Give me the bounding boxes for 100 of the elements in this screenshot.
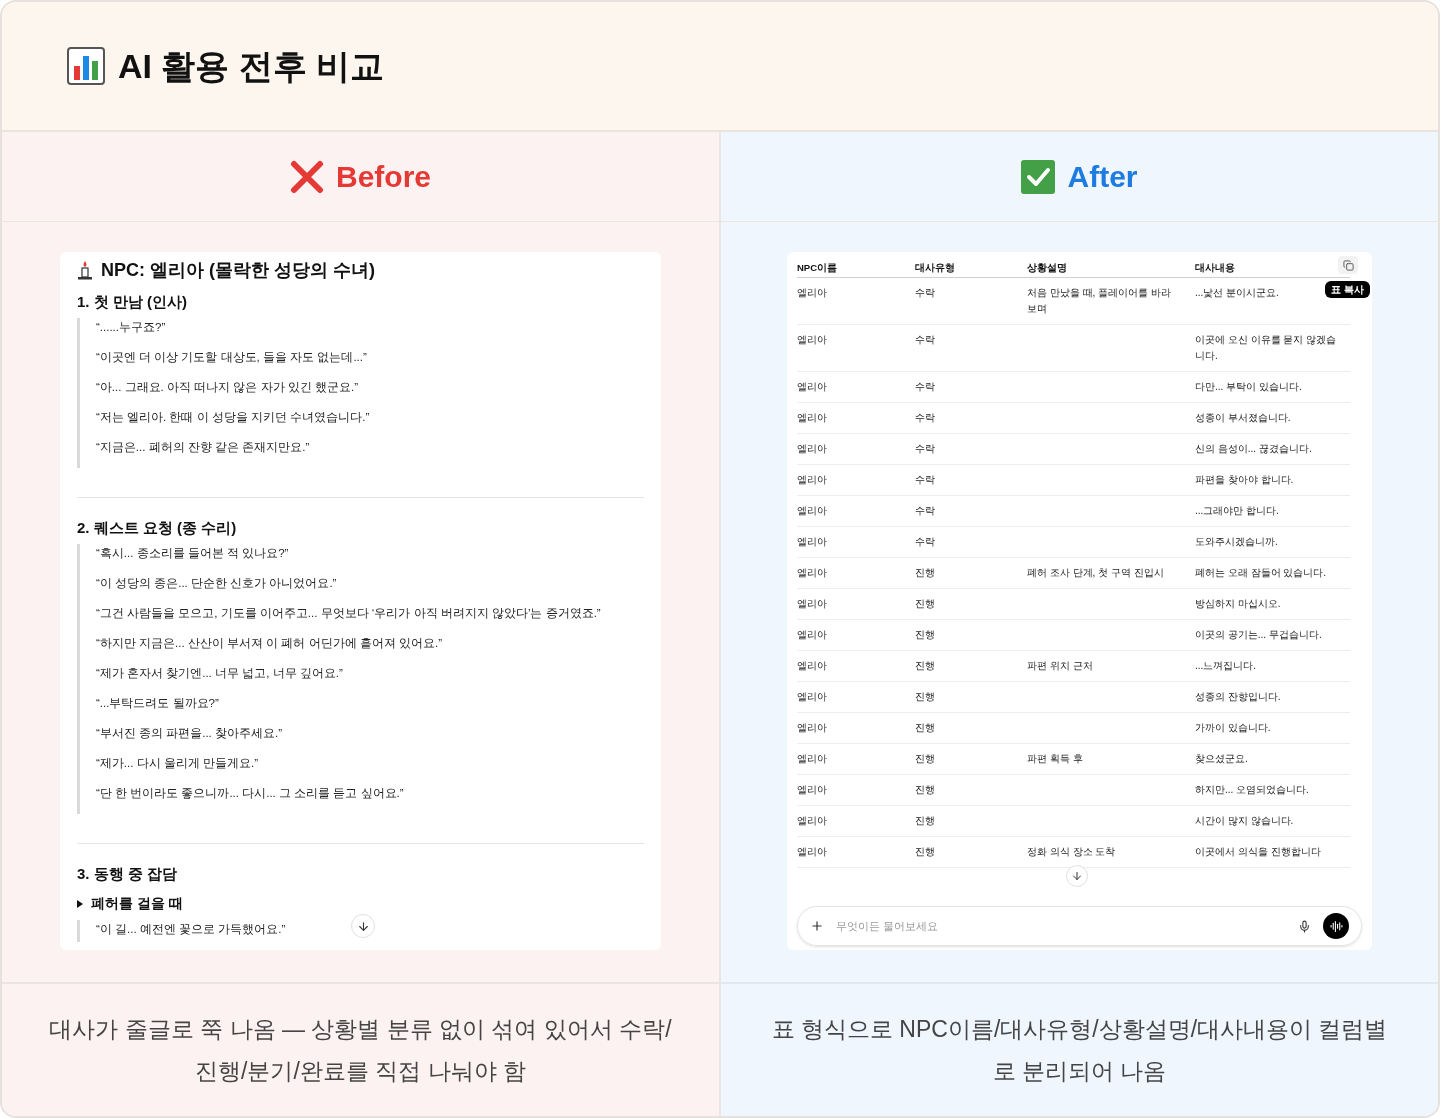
table-cell: 진행 [915,784,935,795]
column-header: 대사유형 [915,261,955,273]
table-cell: ...그래야만 합니다. [1195,505,1279,516]
quote-line: “지금은... 폐허의 잔향 같은 존재지만요.” [96,440,311,455]
section-heading: 2. 퀘스트 요청 (종 수리) [77,518,238,538]
panel-heading: After [1067,159,1138,195]
quote-line: “제가 혼자서 찾기엔... 너무 넓고, 너무 깊어요.” [96,666,344,681]
table-cell: 진행 [915,567,935,578]
table-cell: 엘리아 [797,753,827,764]
quote-line: “이 성당의 종은... 단순한 신호가 아니었어요.” [96,576,338,591]
table-cell: 엘리아 [797,287,827,298]
quote-line: “...부탁드려도 될까요?” [96,696,220,711]
table-cell: 파편 위치 근처 [1027,660,1093,671]
column-header: 상황설명 [1027,261,1067,273]
table-cell: 파편 획득 후 [1027,753,1083,764]
table-cell: 정화 의식 장소 도착 [1027,846,1116,857]
copy-icon [1342,259,1354,271]
table-cell: 진행 [915,598,935,609]
table-cell: 수락 [915,381,935,392]
copy-button[interactable] [1338,256,1358,274]
page-title: AI 활용 전후 비교 [118,45,385,87]
quote-line: “이곳엔 더 이상 기도할 대상도, 들을 자도 없는데...” [96,350,368,365]
table-cell: 수락 [915,505,935,516]
table-cell: 엘리아 [797,846,827,857]
quote-line: “부서진 종의 파편을... 찾아주세요.” [96,726,284,741]
quote-line: “......누구죠?” [96,320,167,335]
quote-line: “아... 그래요. 아직 떠나지 않은 자가 있긴 했군요.” [96,380,359,395]
table-cell: 파편을 찾아야 합니다. [1195,474,1294,485]
table-cell: 도와주시겠습니까. [1195,536,1278,547]
table-cell: 엘리아 [797,598,827,609]
quote-line: “하지만 지금은... 산산이 부서져 이 폐허 어딘가에 흩어져 있어요.” [96,636,443,651]
scroll-down-button[interactable] [351,914,375,938]
column-header: NPC이름 [797,261,838,273]
table-cell: 엘리아 [797,567,827,578]
candle-icon [77,260,93,280]
table-cell: 엘리아 [797,691,827,702]
quote-line: “혹시... 종소리를 들어본 적 있나요?” [96,546,290,561]
table-cell: 가까이 있습니다. [1195,722,1271,733]
table-cell: 이곳에 오신 이유를 묻지 않겠습니다. [1195,334,1337,361]
input-placeholder: 무엇이든 물어보세요 [836,918,940,934]
table-cell: 엘리아 [797,784,827,795]
waveform-icon [1329,919,1343,933]
table-cell: 하지만... 오염되었습니다. [1195,784,1309,795]
table-cell: 진행 [915,660,935,671]
arrow-down-icon [356,919,370,933]
table-cell: 방심하지 마십시오. [1195,598,1281,609]
table-cell: 진행 [915,722,935,733]
quote-line: “단 한 번이라도 좋으니까... 다시... 그 소리를 듣고 싶어요.” [96,786,405,801]
table-cell: 진행 [915,753,935,764]
table-cell: 수락 [915,412,935,423]
table-cell: 엘리아 [797,474,827,485]
table-cell: 신의 음성이... 끊겼습니다. [1195,443,1312,454]
table-cell: 진행 [915,691,935,702]
table-cell: 성종이 부서졌습니다. [1195,412,1291,423]
table-cell: 이곳에서 의식을 진행합니다 [1195,846,1321,857]
quote-line: “저는 엘리아. 한때 이 성당을 지키던 수녀였습니다.” [96,410,371,425]
voice-button[interactable] [1323,913,1349,939]
table-cell: 엘리아 [797,412,827,423]
table-cell: 처음 만났을 때, 플레이어를 바라보며 [1027,287,1171,314]
table-cell: 수락 [915,536,935,547]
table-cell: 엘리아 [797,629,827,640]
table-cell: ...낯선 분이시군요. [1195,287,1279,298]
panel-heading: Before [336,159,431,195]
caption: 대사가 줄글로 쭉 나옴 — 상황별 분류 없이 섞여 있어서 수락/진행/분기/완료를 직접 나눠야 함 [48,1015,673,1086]
table-cell: 수락 [915,474,935,485]
table-cell: 폐허 조사 단계, 첫 구역 진입시 [1027,567,1164,578]
table-cell: 수락 [915,287,935,298]
table-cell: 엘리아 [797,443,827,454]
table-cell: 진행 [915,846,935,857]
bar-chart-icon [66,46,106,86]
document-title: NPC: 엘리아 (몰락한 성당의 수녀) [101,258,375,282]
tooltip: 표 복사 [1325,281,1370,298]
toggle-label[interactable]: 폐허를 걸을 때 [91,894,183,915]
table-cell: 폐허는 오래 잠들어 있습니다. [1195,567,1327,578]
check-icon [1021,159,1056,194]
quote-line: “이 길... 예전엔 꽃으로 가득했어요.” [96,922,286,938]
microphone-icon [1298,919,1311,933]
table-cell: 엘리아 [797,334,827,345]
cross-icon [290,159,324,194]
table-cell: 다만... 부탁이 있습니다. [1195,381,1302,392]
triangle-icon [77,900,83,909]
arrow-down-icon [1071,870,1083,882]
section-heading: 1. 첫 만남 (인사) [77,292,188,312]
quote-line: “제가... 다시 울리게 만들게요.” [96,756,260,771]
table-cell: 엘리아 [797,381,827,392]
table-cell: 시간이 많지 않습니다. [1195,815,1294,826]
table-cell: 엘리아 [797,536,827,547]
table-cell: 이곳의 공기는... 무겁습니다. [1195,629,1322,640]
table-cell: 엘리아 [797,815,827,826]
table-cell: 진행 [915,815,935,826]
table-cell: 찾으셨군요. [1195,753,1248,764]
table-cell: ...느껴집니다. [1195,660,1257,671]
caption: 표 형식으로 NPC이름/대사유형/상황설명/대사내용이 컬럼별로 분리되어 나옴 [770,1015,1389,1086]
table-cell: 성종의 잔향입니다. [1195,691,1281,702]
quote-line: “그건 사람들을 모으고, 기도를 이어주고... 무엇보다 ‘우리가 아직 버려지지 않았다’는 증거였죠.” [96,606,602,621]
table-cell: 수락 [915,443,935,454]
table-cell: 엘리아 [797,660,827,671]
table-cell: 엘리아 [797,505,827,516]
table-cell: 진행 [915,629,935,640]
section-heading: 3. 동행 중 잡담 [77,864,178,884]
